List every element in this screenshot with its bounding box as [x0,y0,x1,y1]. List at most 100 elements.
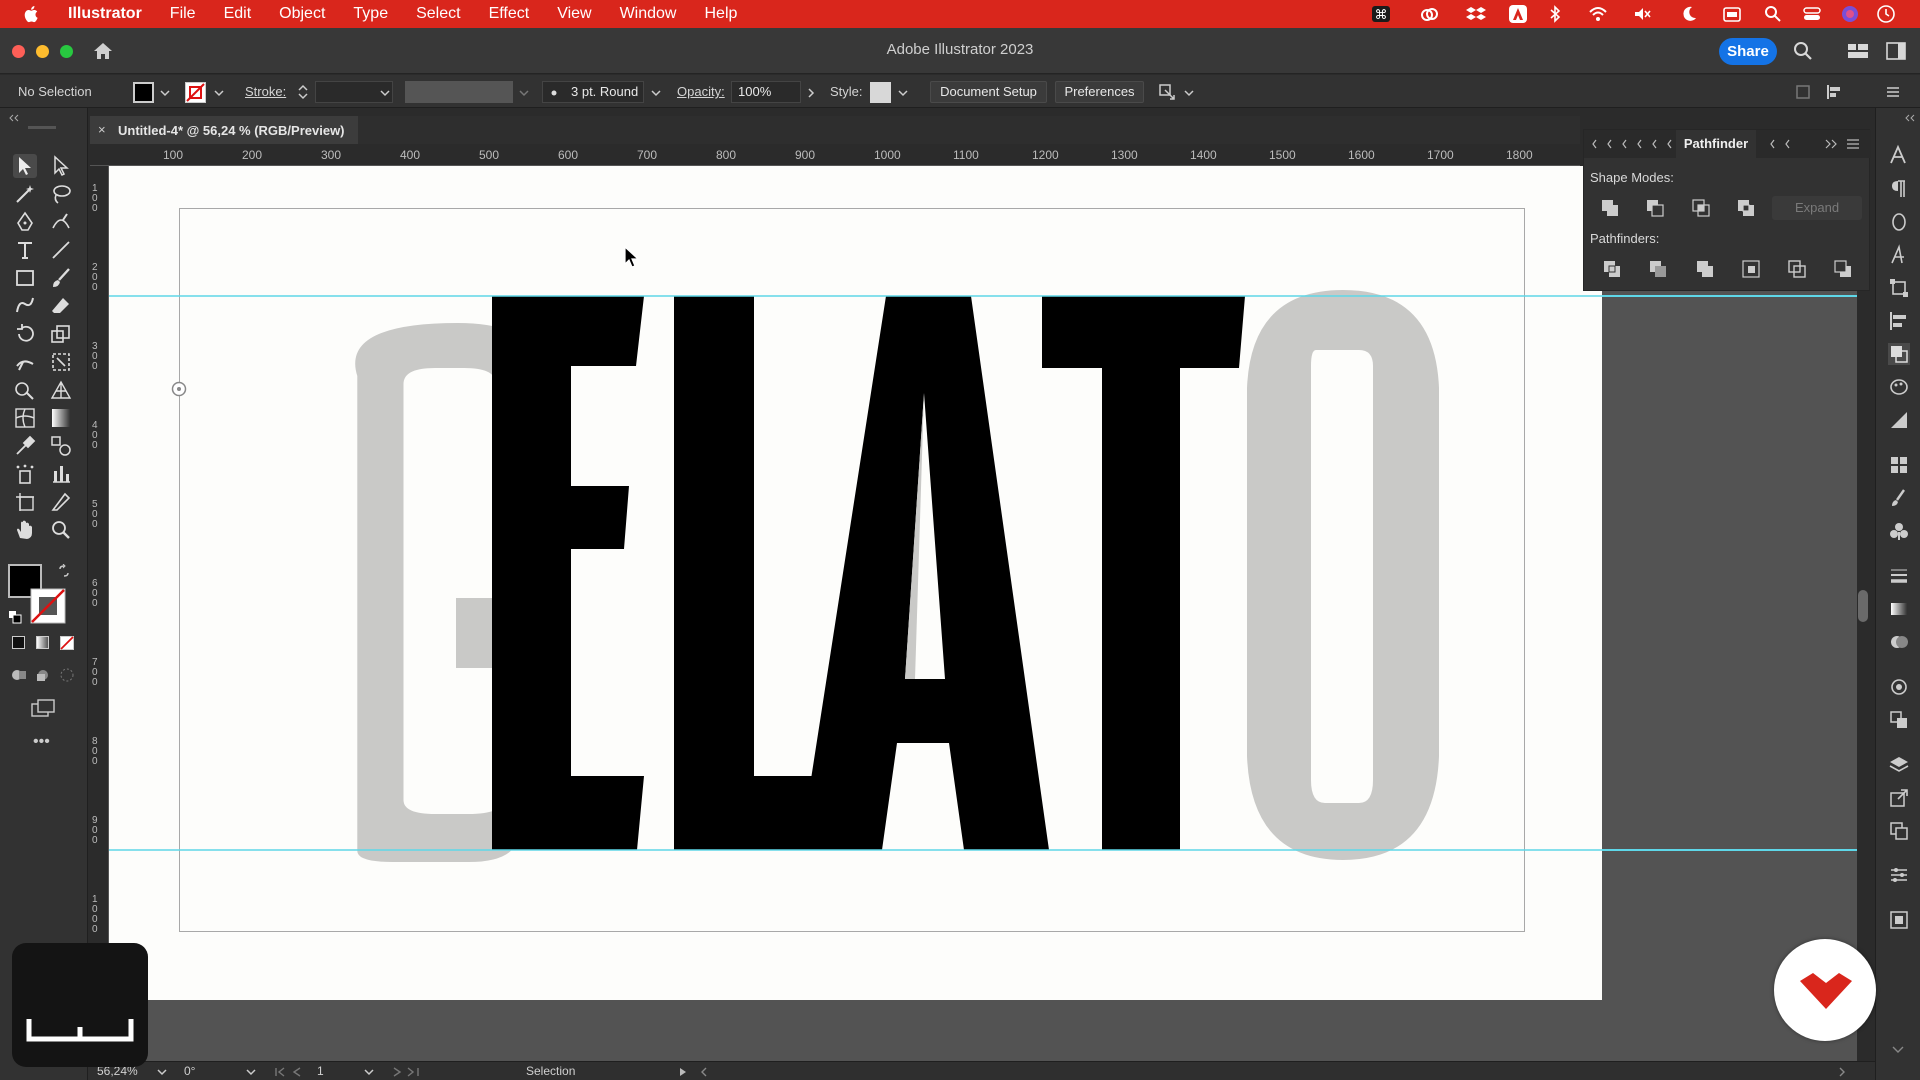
pathfinder-panel-icon[interactable] [1888,343,1910,365]
chevron-right-icon[interactable] [806,88,816,98]
transform-panel-icon[interactable] [1888,277,1910,299]
menu-select[interactable]: Select [416,5,460,23]
intersect-icon[interactable] [1690,197,1712,219]
align-icon[interactable] [1826,83,1844,101]
opentype-icon[interactable] [1888,211,1910,233]
draw-inside-icon[interactable] [58,666,76,684]
pen-tool-icon[interactable] [13,210,37,234]
tab-pathfinder[interactable]: Pathfinder [1676,130,1756,158]
transform-icon[interactable] [1795,84,1811,100]
rectangle-tool-icon[interactable] [13,266,37,290]
color-panel-icon[interactable] [1888,376,1910,398]
symbol-sprayer-tool-icon[interactable] [13,462,37,486]
appearance-icon[interactable] [1888,676,1910,698]
graphic-styles-icon[interactable] [1888,709,1910,731]
artboard-tool-icon[interactable] [13,490,37,514]
trim-icon[interactable] [1647,258,1669,280]
perspective-grid-tool-icon[interactable] [49,378,73,402]
control-center-icon[interactable] [1802,4,1822,24]
dropbox-icon[interactable] [1466,4,1486,24]
minus-back-icon[interactable] [1832,258,1854,280]
scroll-right-icon[interactable] [1837,1067,1847,1077]
gradient-mode-button[interactable] [36,636,49,649]
eraser-tool-icon[interactable] [49,294,73,318]
swap-fill-stroke-icon[interactable] [58,564,72,578]
vertical-ruler[interactable]: 100 200 300 400 500 600 700 800 900 1000 [90,166,109,1061]
chevron-down-icon[interactable] [380,88,390,98]
gradient-panel-icon[interactable] [1888,598,1910,620]
next-last-artboard-icon[interactable] [388,1066,420,1078]
fill-color-swatch[interactable] [133,82,154,103]
transparency-icon[interactable] [1888,631,1910,653]
crop-icon[interactable] [1740,258,1762,280]
align-panel-icon[interactable] [1888,310,1910,332]
brushes-icon[interactable] [1888,487,1910,509]
warp-tool-icon[interactable] [13,350,37,374]
divide-icon[interactable] [1601,258,1623,280]
color-guide-icon[interactable] [1888,409,1910,431]
menu-help[interactable]: Help [704,5,737,23]
pasteboard[interactable] [109,166,1857,1061]
blend-tool-icon[interactable] [49,434,73,458]
scale-tool-icon[interactable] [49,322,73,346]
default-fill-stroke-icon[interactable] [8,610,22,624]
eyedropper-tool-icon[interactable] [13,434,37,458]
reference-point-icon[interactable] [170,380,188,398]
chevron-down-icon[interactable] [651,88,661,98]
arrange-documents-icon[interactable] [1847,42,1869,60]
menu-app-name[interactable]: Illustrator [68,5,142,23]
control-bar-menu-icon[interactable] [1885,84,1901,100]
unite-icon[interactable] [1599,197,1621,219]
magic-wand-tool-icon[interactable] [13,182,37,206]
rotation-value[interactable]: 0° [184,1064,195,1078]
outline-icon[interactable] [1786,258,1808,280]
first-prev-artboard-icon[interactable] [274,1066,306,1078]
none-mode-button[interactable] [60,636,74,650]
mesh-tool-icon[interactable] [13,406,37,430]
chevron-down-icon[interactable] [160,88,170,98]
character-icon[interactable] [1888,144,1910,166]
layers-icon[interactable] [1888,754,1910,776]
expand-panels-icon[interactable] [1904,114,1916,122]
stroke-panel-icon[interactable] [1888,565,1910,587]
swatches-icon[interactable] [1888,454,1910,476]
direct-selection-tool-icon[interactable] [49,154,73,178]
menu-effect[interactable]: Effect [489,5,530,23]
document-tab[interactable]: × Untitled-4* @ 56,24 % (RGB/Preview) [90,116,358,144]
command-key-icon[interactable]: ⌘ [1371,4,1391,24]
search-icon[interactable] [1792,40,1814,62]
shaper-tool-icon[interactable] [13,294,37,318]
line-segment-tool-icon[interactable] [49,238,73,262]
edit-toolbar-icon[interactable]: ••• [33,734,57,750]
apple-icon[interactable] [22,4,42,24]
current-tool-status[interactable]: Selection [526,1064,575,1078]
stroke-weight-stepper[interactable] [297,83,309,101]
document-setup-button[interactable]: Document Setup [930,81,1047,103]
merge-icon[interactable] [1694,258,1716,280]
preferences-button[interactable]: Preferences [1055,81,1144,103]
creative-cloud-icon[interactable] [1419,4,1439,24]
free-transform-tool-icon[interactable] [49,350,73,374]
draw-behind-icon[interactable] [34,666,52,684]
menu-object[interactable]: Object [279,5,325,23]
gelato-artwork[interactable] [109,166,1602,1000]
collapse-arrows-icon[interactable] [8,114,20,122]
menu-view[interactable]: View [557,5,591,23]
column-graph-tool-icon[interactable] [49,462,73,486]
spotlight-icon[interactable] [1763,4,1783,24]
export-icon[interactable] [1888,787,1910,809]
menu-file[interactable]: File [170,5,196,23]
minus-front-icon[interactable] [1644,197,1666,219]
chevron-down-icon[interactable] [364,1067,374,1077]
close-tab-icon[interactable]: × [98,122,106,137]
zoom-tool-icon[interactable] [49,518,73,542]
collapsed-tabs-icon[interactable] [1592,139,1672,149]
double-chevron-right-icon[interactable] [1824,139,1838,149]
chevron-down-icon[interactable] [246,1067,256,1077]
stroke-none-swatch[interactable] [185,82,206,103]
expand-button[interactable]: Expand [1772,196,1862,220]
shape-builder-tool-icon[interactable] [13,378,37,402]
brush-definition-field[interactable]: 3 pt. Round [542,81,644,103]
quick-actions-icon[interactable] [1157,82,1177,102]
user-clock-icon[interactable] [1876,4,1896,24]
